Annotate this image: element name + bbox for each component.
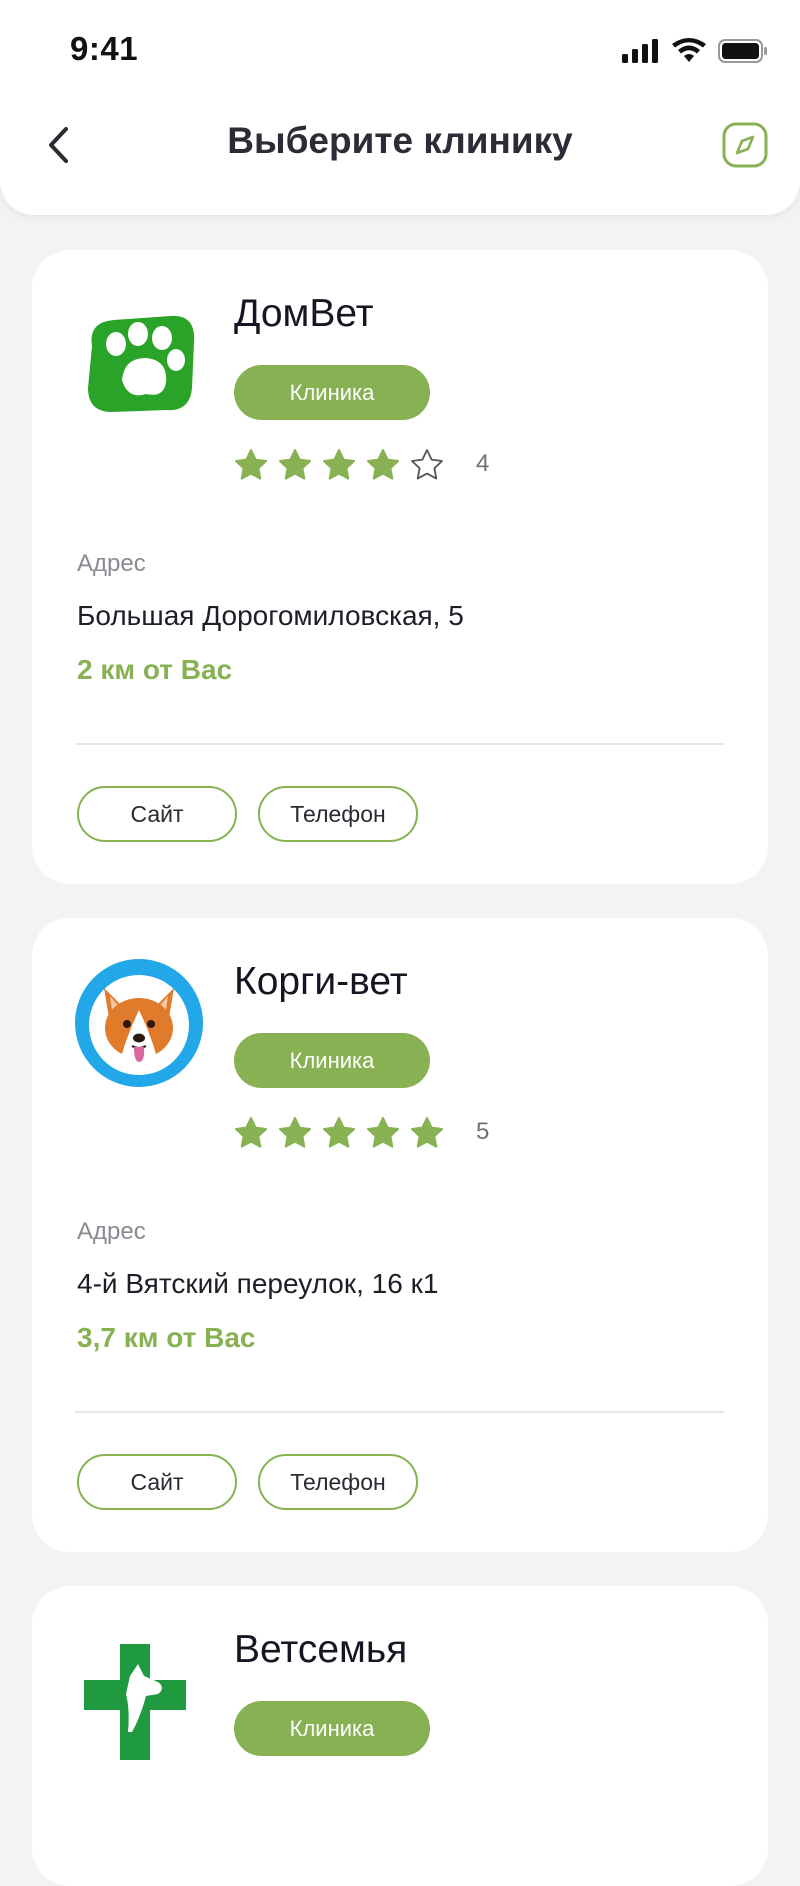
map-compass-button[interactable] <box>722 122 768 168</box>
clinic-type-badge: Клиника <box>234 365 430 420</box>
distance: 2 км от Вас <box>77 654 233 685</box>
top-bar: 9:41 Выберите клинику <box>0 0 800 215</box>
rating-stars <box>234 1116 444 1150</box>
star-filled-icon <box>235 449 267 480</box>
status-time: 9:41 <box>70 30 139 67</box>
star-filled-icon <box>323 449 355 480</box>
rating-stars <box>234 448 444 482</box>
wifi-icon <box>672 38 706 62</box>
star-filled-icon <box>367 1117 399 1148</box>
phone-button[interactable]: Телефон <box>258 786 418 842</box>
star-filled-icon <box>323 1117 355 1148</box>
page-title: Выберите клинику <box>227 120 573 161</box>
rating-value: 4 <box>476 450 490 477</box>
green-cross-dog-icon <box>84 1644 186 1760</box>
site-button[interactable]: Сайт <box>77 1454 237 1510</box>
clinic-card[interactable]: Корги-вет Клиника 5 Адрес 4-й Вятский пе… <box>32 918 768 1552</box>
cellular-signal-icon <box>622 39 658 63</box>
clinic-name: ДомВет <box>234 292 374 335</box>
clinic-card[interactable]: ДомВет Клиника 4 Адрес Большая Дорогомил… <box>32 250 768 884</box>
star-filled-icon <box>279 1117 311 1148</box>
star-filled-icon <box>367 449 399 480</box>
divider <box>75 743 724 745</box>
battery-icon <box>718 39 767 63</box>
address-label: Адрес <box>77 550 146 577</box>
status-icons <box>622 36 768 66</box>
clinic-card[interactable]: Ветсемья Клиника <box>32 1586 768 1886</box>
star-filled-icon <box>411 1117 443 1148</box>
green-paw-icon <box>88 315 195 412</box>
star-filled-icon <box>235 1117 267 1148</box>
clinic-type-badge: Клиника <box>234 1701 430 1756</box>
divider <box>75 1411 724 1413</box>
distance: 3,7 км от Вас <box>77 1322 256 1353</box>
rating-value: 5 <box>476 1118 490 1145</box>
address-label: Адрес <box>77 1218 146 1245</box>
clinic-name: Корги-вет <box>234 960 408 1003</box>
star-filled-icon <box>279 449 311 480</box>
site-button[interactable]: Сайт <box>77 786 237 842</box>
address-value: 4-й Вятский переулок, 16 к1 <box>77 1268 439 1299</box>
phone-button[interactable]: Телефон <box>258 1454 418 1510</box>
clinic-type-badge: Клиника <box>234 1033 430 1088</box>
star-empty-icon <box>411 449 443 480</box>
corgi-icon <box>75 959 203 1087</box>
clinic-name: Ветсемья <box>234 1628 408 1671</box>
address-value: Большая Дорогомиловская, 5 <box>77 600 464 631</box>
